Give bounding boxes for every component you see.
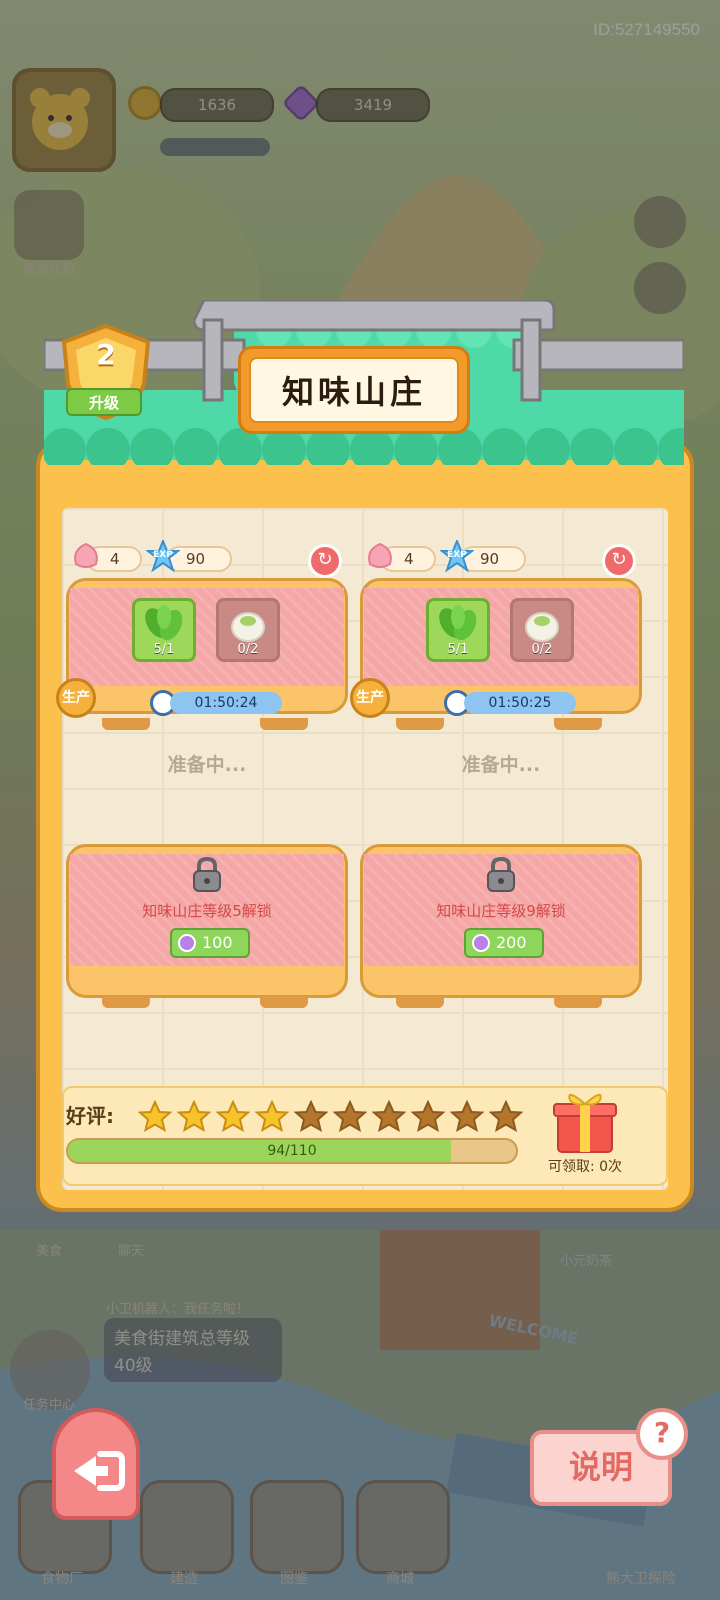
exp-icon-label: EXP — [153, 550, 173, 560]
slot-status: 准备中... — [167, 754, 247, 776]
unlock-requirement: 知味山庄等级5解锁 — [142, 902, 272, 920]
star-filled-icon — [177, 1100, 211, 1133]
dumpling-icon — [231, 612, 265, 642]
tea-leaf-count: 5/1 — [153, 642, 175, 657]
petal-icon — [74, 542, 98, 568]
exit-button[interactable] — [52, 1408, 140, 1520]
exit-arrow-icon — [74, 1451, 125, 1491]
gem-icon — [472, 934, 490, 952]
slot-leg — [396, 718, 444, 730]
petal-icon — [368, 542, 392, 568]
slot-leg — [396, 996, 444, 1008]
slot-leg — [554, 996, 602, 1008]
slot-leg — [260, 718, 308, 730]
unlock-gem-button[interactable]: 100 — [170, 928, 250, 958]
unlock-requirement: 知味山庄等级9解锁 — [436, 902, 566, 920]
refresh-icon[interactable]: ↻ — [308, 544, 342, 578]
tea-leaf-icon — [439, 605, 477, 641]
refresh-icon[interactable]: ↻ — [602, 544, 636, 578]
unlock-cost: 100 — [202, 933, 233, 952]
unlock-gem-button[interactable]: 200 — [464, 928, 544, 958]
building-name-sign: 知味山庄 — [238, 346, 470, 434]
production-timer: 01:50:25 — [464, 692, 576, 714]
upgrade-button[interactable]: 升级 — [66, 388, 142, 416]
rating-progress-text: 94/110 — [267, 1143, 317, 1159]
claim-count: 可领取: 0次 — [547, 1159, 623, 1175]
slot-pink-panel — [70, 588, 344, 686]
exp-icon-label: EXP — [447, 550, 467, 560]
slot-leg — [554, 718, 602, 730]
star-empty-icon — [294, 1100, 328, 1133]
padlock-icon — [487, 856, 515, 892]
padlock-icon — [193, 856, 221, 892]
slot-leg — [102, 718, 150, 730]
exp-badge-icon: EXP — [146, 540, 180, 574]
star-filled-icon — [216, 1100, 250, 1133]
slot-status: 准备中... — [461, 754, 541, 776]
rating-progress-bar: 94/110 — [66, 1138, 518, 1164]
dumpling-count: 0/2 — [531, 642, 553, 657]
exp-badge-icon: EXP — [440, 540, 474, 574]
star-empty-icon — [333, 1100, 367, 1133]
production-timer: 01:50:24 — [170, 692, 282, 714]
building-title: 知味山庄 — [249, 357, 459, 423]
slot-pink-panel — [364, 588, 638, 686]
star-empty-icon — [489, 1100, 523, 1133]
slot-leg — [102, 996, 150, 1008]
building-level: 2 — [96, 338, 116, 371]
produce-badge[interactable]: 生产 — [56, 678, 96, 718]
produce-badge[interactable]: 生产 — [350, 678, 390, 718]
tea-leaf-count: 5/1 — [447, 642, 469, 657]
star-filled-icon — [138, 1100, 172, 1133]
dumpling-icon — [525, 612, 559, 642]
tea-leaf-resource: 5/1 — [426, 598, 490, 662]
dumpling-resource: 0/2 — [216, 598, 280, 662]
rating-label: 好评: — [66, 1104, 114, 1128]
star-empty-icon — [411, 1100, 445, 1133]
dumpling-resource: 0/2 — [510, 598, 574, 662]
star-empty-icon — [372, 1100, 406, 1133]
gift-box-icon[interactable] — [552, 1086, 618, 1156]
gem-icon — [178, 934, 196, 952]
question-mark-icon[interactable]: ? — [636, 1408, 688, 1460]
slot-leg — [260, 996, 308, 1008]
star-filled-icon — [255, 1100, 289, 1133]
tea-leaf-icon — [145, 605, 183, 641]
unlock-cost: 200 — [496, 933, 527, 952]
tea-leaf-resource: 5/1 — [132, 598, 196, 662]
star-empty-icon — [450, 1100, 484, 1133]
dumpling-count: 0/2 — [237, 642, 259, 657]
